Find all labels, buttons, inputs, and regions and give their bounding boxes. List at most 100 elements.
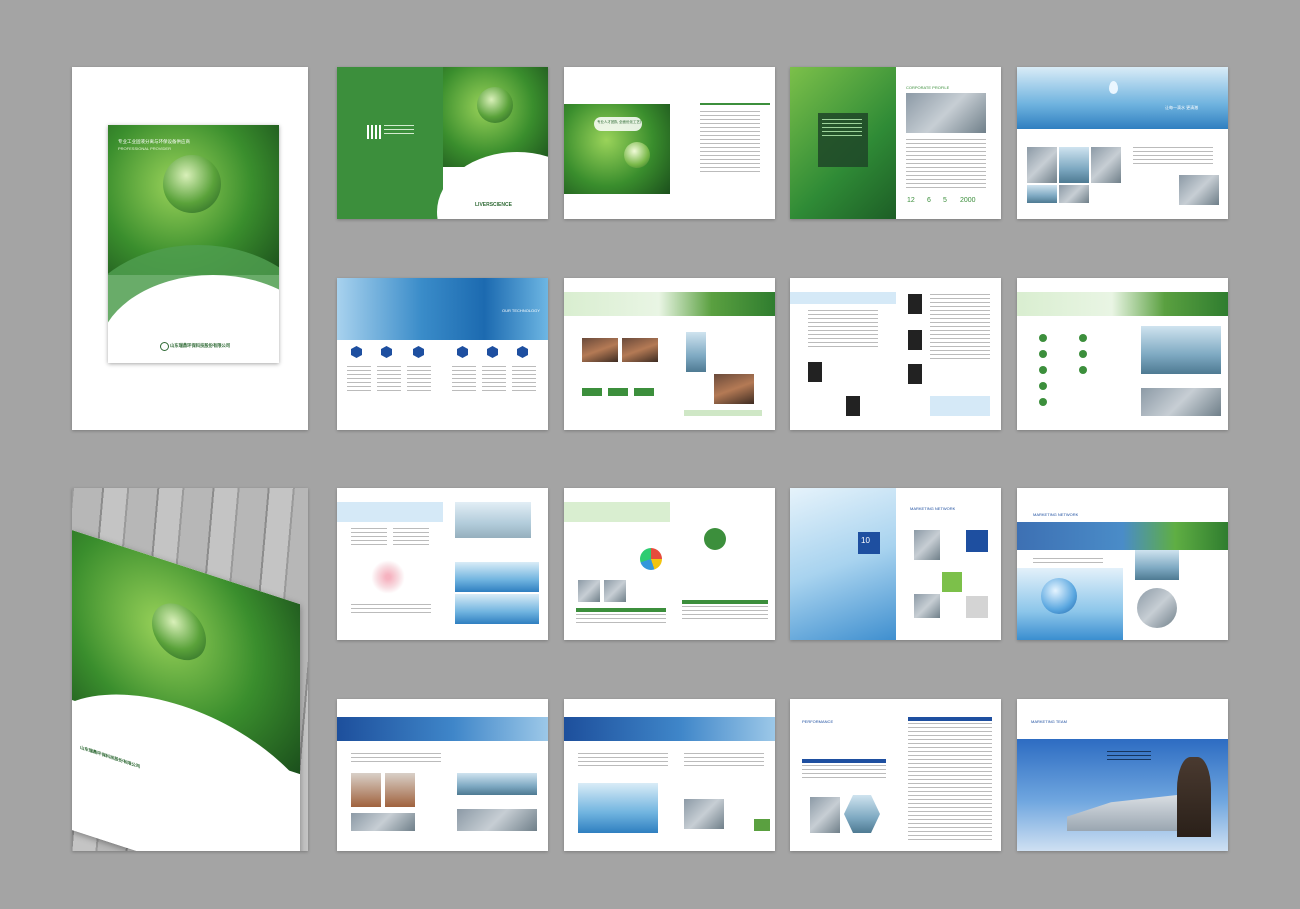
globe-photo-2 [1137,588,1177,628]
case2-text [578,753,668,769]
water-banner [1017,67,1228,129]
tech-hex-icon-3 [413,346,424,358]
spread-contents: 专业人才团队 全面优化工艺服务方案 [564,67,775,219]
water-photo-4 [1027,185,1057,203]
diagram-schematic [455,502,531,538]
equipment-icon-8 [1079,366,1087,374]
brochure-cover-mockup: 专业工业固液分离与环保设备供应商 PROFESSIONAL PROVIDER 山… [72,67,308,430]
diagram-text-1 [351,528,387,548]
cover-title-en: PROFESSIONAL PROVIDER [118,146,171,151]
diagram-text-3 [351,604,431,616]
lab-device-2 [914,594,940,618]
water-photo-6 [1179,175,1219,205]
tech-col-text-5 [482,366,506,394]
diagram-molecule [371,560,405,594]
contents-globe [624,142,650,168]
person-photo-1 [808,362,822,382]
tech-hex-icon-6 [517,346,528,358]
profile-stat-3: 5 [943,197,947,204]
angled-cover-booklet: 山东瑞鼎环保科技股份有限公司 [72,530,300,851]
spread-globe-water: MARKETING NETWORK [1017,488,1228,640]
spread-cover: LIVERSCIENCE [337,67,548,219]
equipment-header-band [1017,292,1228,316]
lab-number: 10 [861,536,870,545]
people-text-2 [930,294,990,362]
case1-photo-5 [457,809,537,831]
company-logo-icon [160,342,169,351]
equipment-icon-7 [1079,350,1087,358]
process-flow-box-2 [608,388,628,396]
pie-center-hub [704,528,726,550]
lab-square-3 [966,596,988,618]
globe-image [1041,578,1077,614]
performance-table-rows-2 [908,723,992,843]
people-blue-band [790,292,896,304]
equipment-photo-2 [1141,388,1221,416]
pie-photo-2 [604,580,626,602]
globe-header-band [1017,522,1228,550]
spread-technology: OUR TECHNOLOGY [337,278,548,430]
lab-photo [790,488,896,640]
case2-photo-2 [684,799,724,829]
people-text-1 [808,310,878,350]
lab-square-1 [966,530,988,552]
diagram-photo-1 [455,562,539,592]
equipment-icon-2 [1039,350,1047,358]
globe-photo-1 [1135,550,1179,580]
person-photo-2 [846,396,860,416]
spread-pie-green [564,488,775,640]
cover-on-wood-mockup: 山东瑞鼎环保科技股份有限公司 [72,488,308,851]
pie-photo-1 [578,580,600,602]
globe-heading: MARKETING NETWORK [1033,512,1079,517]
tech-hex-icon-4 [457,346,468,358]
team-calligraphy [1107,751,1151,763]
profile-stat-2: 6 [927,197,931,204]
people-blue-box [930,396,990,416]
performance-photo-1 [810,797,840,833]
back-cover-text [384,125,414,137]
case1-header-band [337,717,548,741]
equipment-icon-1 [1039,334,1047,342]
process-flow-box-3 [634,388,654,396]
contents-banner-text: 专业人才团队 全面优化工艺服务方案 [597,120,641,124]
lab-device-1 [914,530,940,560]
pie-chart-graphic [640,548,662,570]
water-photo-1 [1027,147,1057,183]
profile-stat-1: 12 [907,197,915,204]
case2-header-band [564,717,775,741]
case1-photo-2 [385,773,415,807]
cover-booklet: 专业工业固液分离与环保设备供应商 PROFESSIONAL PROVIDER 山… [108,125,279,363]
diagram-photo-2 [455,594,539,624]
case1-photo-4 [457,773,537,795]
back-cover-green [337,67,443,219]
equipment-icon-3 [1039,366,1047,374]
tech-col-text-3 [407,366,431,394]
performance-photo-2 [844,795,880,833]
water-slogan: 让每一滴水 更清澈 [1165,105,1199,110]
technology-heading: OUR TECHNOLOGY [502,308,540,313]
qr-code-icon [367,125,381,139]
case2-photo-1 [578,783,658,833]
spread-diagram-blue [337,488,548,640]
case2-text-2 [684,753,764,769]
tech-hex-icon-5 [487,346,498,358]
spread-case-2 [564,699,775,851]
tech-hex-icon-1 [351,346,362,358]
profile-stat-4: 2000 [960,197,976,204]
globe-text [1033,558,1103,566]
equipment-photo-1 [1141,326,1221,374]
case2-green-box [754,819,770,831]
water-photo-3 [1091,147,1121,183]
case1-photo-1 [351,773,381,807]
equipment-icon-6 [1079,334,1087,342]
performance-table-header-2 [908,717,992,721]
case1-photo-3 [351,813,415,831]
profile-factory-photo [906,93,986,133]
process-photo-2 [622,338,658,362]
equipment-icon-5 [1039,398,1047,406]
spread-water: 让每一滴水 更清澈 [1017,67,1228,219]
equipment-icon-4 [1039,382,1047,390]
person-photo-3 [908,294,922,314]
tech-col-text-6 [512,366,536,394]
spread-people [790,278,1001,430]
